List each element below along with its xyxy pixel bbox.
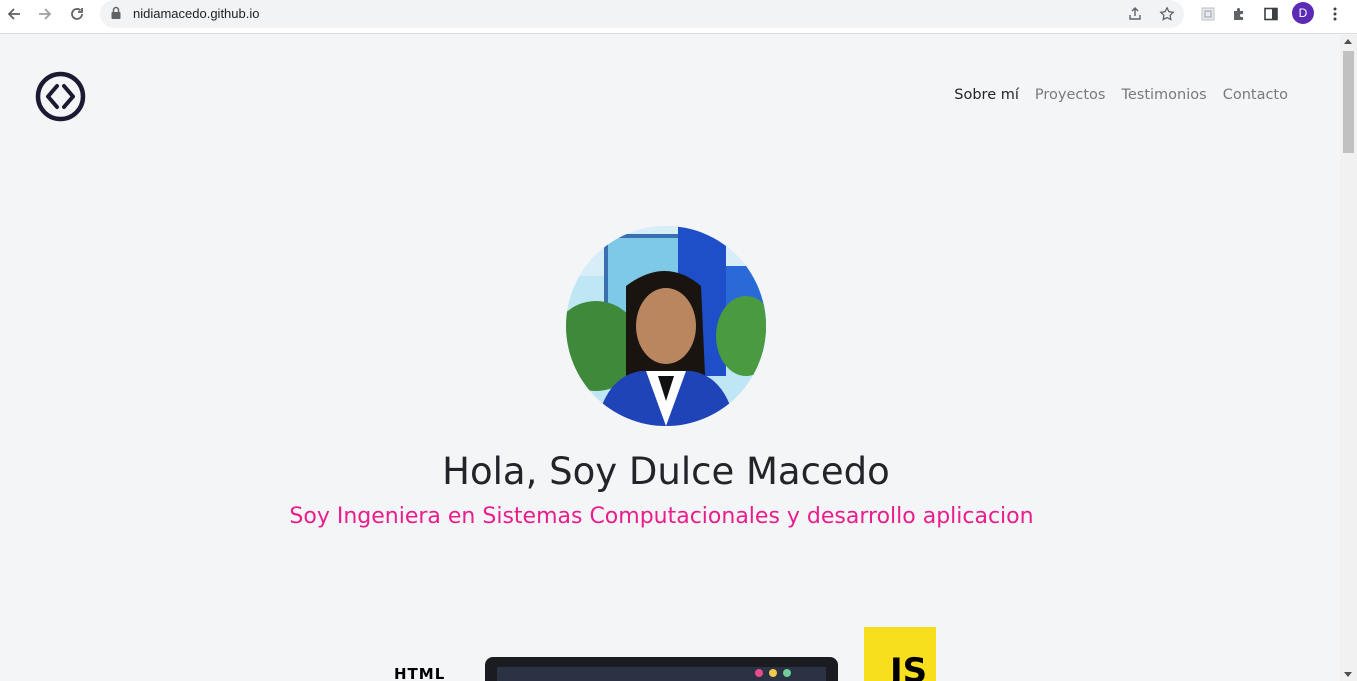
lock-icon[interactable] — [110, 6, 122, 25]
nav-proyectos[interactable]: Proyectos — [1035, 87, 1106, 103]
browser-toolbar: nidiamacedo.github.io D — [0, 0, 1357, 34]
html-logo: HTML — [394, 665, 446, 681]
page-scrollbar[interactable] — [1340, 35, 1357, 681]
nav-testimonios[interactable]: Testimonios — [1121, 87, 1206, 103]
laptop-illustration — [485, 657, 838, 681]
back-icon[interactable] — [2, 2, 26, 26]
javascript-logo: JS — [864, 627, 936, 681]
url-text[interactable]: nidiamacedo.github.io — [133, 6, 259, 21]
scroll-up-arrow-icon[interactable] — [1344, 39, 1352, 44]
page-viewport: Sobre mí Proyectos Testimonios Contacto … — [0, 35, 1340, 681]
nav-contacto[interactable]: Contacto — [1223, 87, 1288, 103]
hero-subtitle: Soy Ingeniera en Sistemas Computacionale… — [289, 504, 1034, 529]
forward-icon[interactable] — [33, 2, 57, 26]
code-logo-icon[interactable] — [35, 71, 86, 127]
star-icon[interactable] — [1157, 4, 1177, 24]
avatar[interactable]: D — [1292, 2, 1314, 24]
extension-page-icon[interactable] — [1196, 2, 1220, 26]
puzzle-icon[interactable] — [1227, 2, 1251, 26]
window-dot — [769, 669, 777, 677]
window-dot — [755, 669, 763, 677]
side-panel-icon[interactable] — [1259, 2, 1283, 26]
profile-photo — [566, 226, 766, 426]
hero-title: Hola, Soy Dulce Macedo — [442, 450, 890, 493]
address-bar[interactable]: nidiamacedo.github.io — [100, 0, 1184, 28]
reload-icon[interactable] — [65, 2, 89, 26]
scroll-down-arrow-icon[interactable] — [1344, 672, 1352, 677]
scrollbar-thumb[interactable] — [1343, 51, 1354, 153]
more-icon[interactable] — [1323, 2, 1347, 26]
nav-sobre-mi[interactable]: Sobre mí — [954, 87, 1019, 103]
main-nav: Sobre mí Proyectos Testimonios Contacto — [954, 87, 1288, 103]
window-dot — [783, 669, 791, 677]
avatar-initial: D — [1298, 6, 1308, 20]
share-icon[interactable] — [1125, 4, 1145, 24]
javascript-logo-text: JS — [890, 651, 928, 681]
